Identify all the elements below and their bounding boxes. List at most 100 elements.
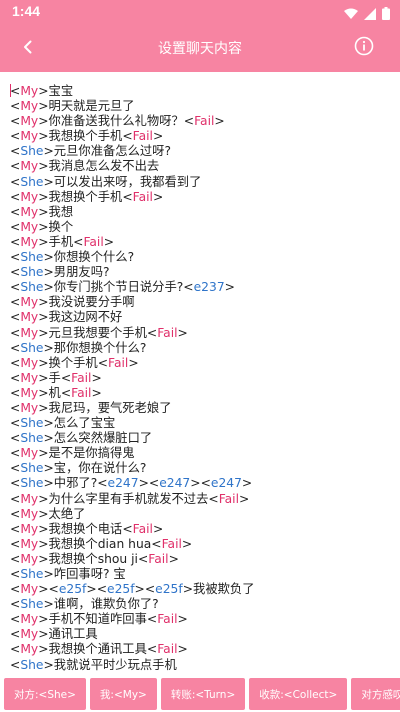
- bracket-open: <: [122, 129, 133, 144]
- emoji-code-token: e247: [159, 476, 191, 491]
- bracket-open: <: [10, 204, 21, 219]
- editor-line: <My>宝宝: [10, 84, 390, 99]
- line-text: 男朋友吗?: [53, 265, 110, 280]
- speaker-tag-she: She: [20, 597, 44, 612]
- bracket-open: <: [10, 416, 21, 431]
- chat-content-editor[interactable]: <My>宝宝 <My>明天就是元旦了 <My>你准备送我什么礼物呀？<Fail> <M…: [0, 72, 400, 676]
- line-text: 换个手机: [48, 355, 98, 370]
- editor-line: <My>我想换个dian hua<Fail>: [10, 537, 390, 552]
- bracket-open: <: [208, 491, 219, 506]
- bracket-close: >: [177, 325, 188, 340]
- bracket-close: >: [128, 355, 139, 370]
- bracket-close: >: [43, 144, 54, 159]
- bracket-close: >: [86, 582, 97, 597]
- editor-line: <My>我消息怎么发不出去: [10, 159, 390, 174]
- speaker-tag-she: She: [20, 144, 44, 159]
- chip-turn[interactable]: 转账:<Turn>: [160, 678, 246, 710]
- bracket-close: >: [181, 536, 193, 551]
- emoji-code-token: e247: [210, 476, 242, 491]
- speaker-tag-she: She: [20, 461, 44, 476]
- fail-token: Fail: [132, 189, 153, 204]
- speaker-tag-my: My: [20, 536, 39, 551]
- chip-she-voice[interactable]: 对方感叹号:<: [351, 678, 400, 710]
- fail-token: Fail: [194, 114, 215, 129]
- bracket-open: <: [10, 114, 21, 129]
- bracket-open: <: [148, 476, 160, 491]
- bracket-close: >: [38, 536, 49, 551]
- bracket-open: <: [10, 400, 21, 415]
- editor-line: <My>我想换个手机<Fail>: [10, 129, 390, 144]
- speaker-tag-my: My: [20, 385, 39, 400]
- speaker-tag-my: My: [20, 234, 39, 249]
- editor-line: <My>机<Fail>: [10, 386, 390, 401]
- editor-line: <She>男朋友吗?: [10, 265, 390, 280]
- fail-token: Fail: [157, 642, 178, 657]
- speaker-tag-my: My: [20, 370, 39, 385]
- bracket-close: >: [38, 310, 49, 325]
- bracket-open: <: [10, 385, 21, 400]
- bracket-open: <: [10, 536, 21, 551]
- bracket-open: <: [10, 234, 21, 249]
- speaker-tag-my: My: [20, 446, 39, 461]
- speaker-tag-my: My: [20, 159, 39, 174]
- bracket-close: >: [43, 340, 54, 355]
- line-text: 我想换个电话: [48, 521, 123, 536]
- bracket-close: >: [224, 280, 235, 295]
- speaker-tag-my: My: [20, 99, 39, 114]
- bracket-open: <: [10, 657, 21, 672]
- editor-line: <She>咋回事呀? 宝: [10, 567, 390, 582]
- fail-token: Fail: [71, 385, 92, 400]
- editor-line: <My>换个手机<Fail>: [10, 356, 390, 371]
- bracket-open: <: [10, 144, 21, 159]
- bracket-open: <: [137, 551, 149, 566]
- speaker-tag-my: My: [20, 84, 39, 98]
- bracket-close: >: [38, 129, 49, 144]
- emoji-code-token: e25f: [155, 582, 183, 597]
- bracket-close: >: [38, 219, 49, 234]
- chip-my[interactable]: 我:<My>: [89, 678, 157, 710]
- line-text: 换个: [48, 219, 74, 234]
- battery-icon: [382, 5, 390, 24]
- bracket-open: <: [10, 551, 21, 566]
- editor-line: <She>你想换个什么?: [10, 250, 390, 265]
- line-text: 你专门挑个节日说分手?: [53, 280, 184, 295]
- info-button[interactable]: [352, 36, 376, 60]
- bracket-close: >: [43, 416, 54, 431]
- bracket-open: <: [10, 99, 21, 114]
- bracket-close: >: [38, 506, 49, 521]
- app-bar: 设置聊天内容: [0, 24, 400, 72]
- fail-token: Fail: [71, 370, 92, 385]
- emoji-code-token: e237: [193, 280, 225, 295]
- bracket-open: <: [151, 536, 162, 551]
- bracket-close: >: [241, 476, 253, 491]
- bracket-open: <: [10, 431, 21, 446]
- bracket-close: >: [38, 234, 49, 249]
- bracket-open: <: [146, 325, 158, 340]
- bracket-open: <: [10, 521, 21, 536]
- editor-line: <My>手机不知道咋回事<Fail>: [10, 612, 390, 627]
- fail-token: Fail: [218, 491, 240, 506]
- emoji-code-token: e25f: [58, 582, 87, 597]
- chip-she[interactable]: 对方:<She>: [4, 678, 86, 710]
- bracket-close: >: [138, 476, 149, 491]
- fail-token: Fail: [157, 612, 178, 627]
- emoji-code-token: e25f: [107, 582, 135, 597]
- bracket-close: >: [38, 370, 49, 385]
- fail-token: Fail: [157, 325, 178, 340]
- bracket-open: <: [10, 129, 21, 144]
- bracket-close: >: [38, 99, 49, 114]
- bracket-open: <: [10, 582, 21, 597]
- bracket-open: <: [122, 521, 133, 536]
- speaker-tag-she: She: [20, 340, 44, 355]
- editor-line: <She>中邪了?<e247><e247><e247>: [10, 476, 390, 491]
- bracket-open: <: [122, 189, 133, 204]
- line-text: 我想换个手机: [48, 189, 123, 204]
- line-text: 宝，你在说什么?: [53, 461, 147, 476]
- chip-collect[interactable]: 收款:<Collect>: [249, 678, 348, 710]
- line-text: 机: [48, 385, 61, 400]
- speaker-tag-my: My: [20, 491, 39, 506]
- bracket-open: <: [60, 370, 72, 385]
- line-text: 宝宝: [48, 84, 74, 98]
- bracket-open: <: [10, 174, 21, 189]
- editor-line: <She>你专门挑个节日说分手?<e237>: [10, 280, 390, 295]
